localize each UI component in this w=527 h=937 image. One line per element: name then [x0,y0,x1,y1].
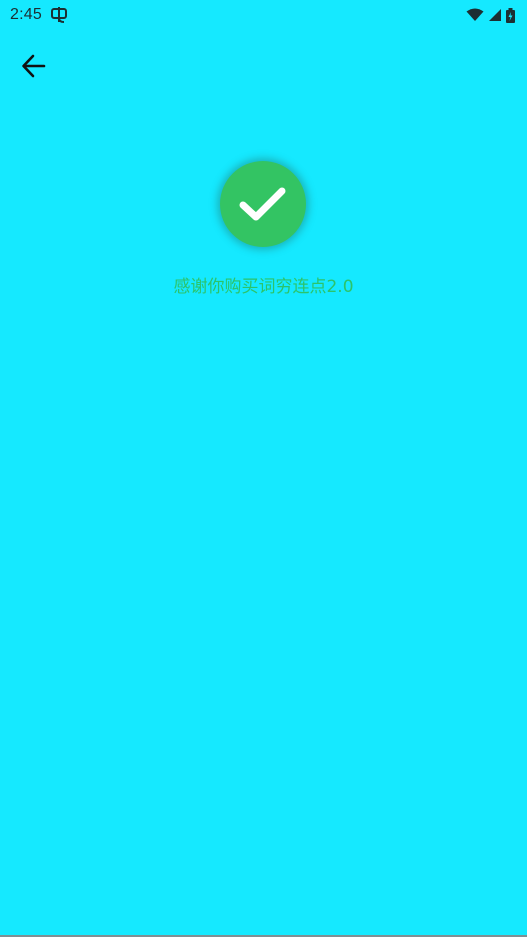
success-badge [220,161,306,247]
signal-icon [488,8,502,22]
status-bar: 2:45 [0,0,527,30]
checkmark-icon [239,187,286,221]
success-screen: 2:45 感谢你购买词穷连点2.0 [0,0,527,937]
notification-icon [50,6,68,24]
back-button[interactable] [12,44,56,88]
arrow-left-icon [22,54,46,78]
battery-icon [506,7,515,23]
status-time: 2:45 [10,6,42,23]
status-icons [466,7,515,23]
thanks-message: 感谢你购买词穷连点2.0 [173,277,354,297]
wifi-icon [466,8,484,22]
